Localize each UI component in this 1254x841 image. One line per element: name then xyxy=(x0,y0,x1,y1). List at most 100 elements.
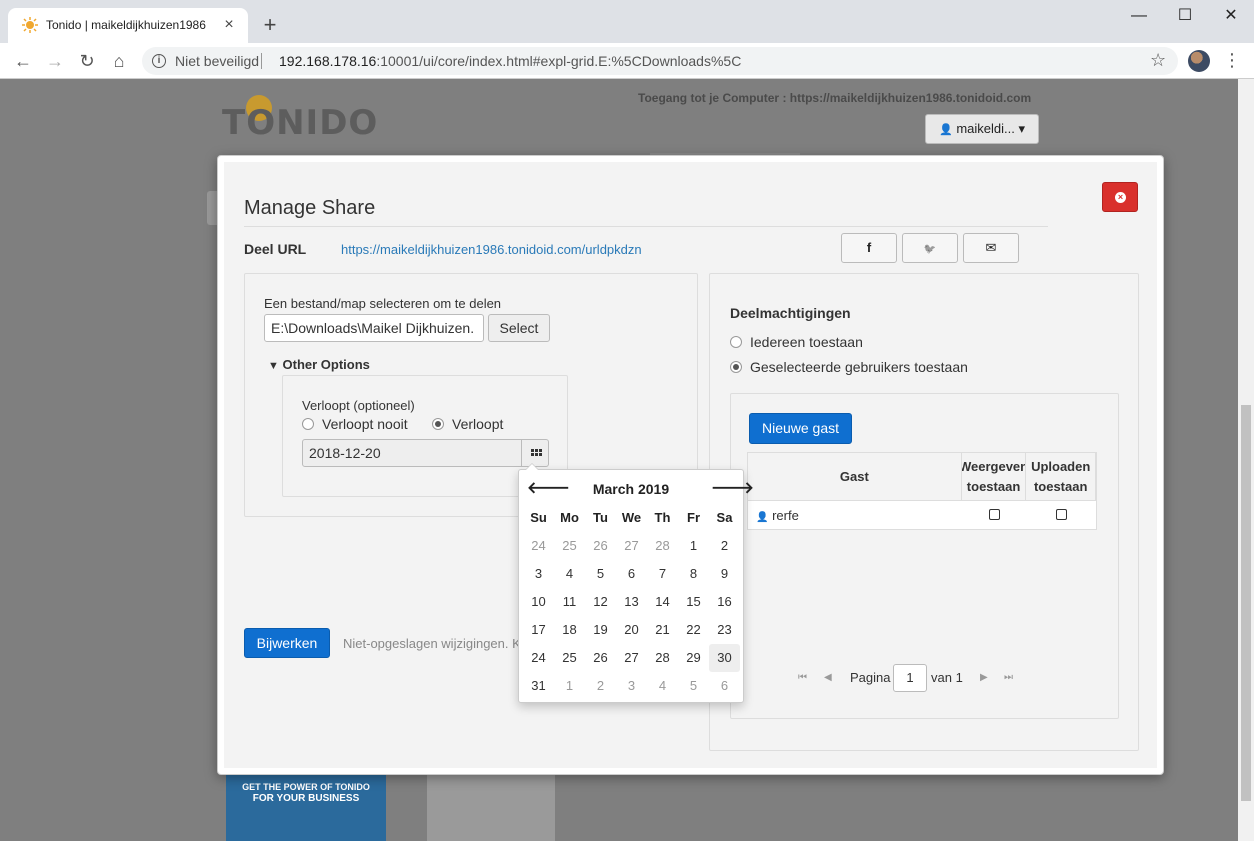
bookmark-star-icon[interactable]: ☆ xyxy=(1150,50,1166,71)
calendar-day[interactable]: 6 xyxy=(709,672,740,700)
column-header-view[interactable]: Weergeven toestaan xyxy=(962,453,1027,500)
guest-table: Gast Weergeven toestaan Uploaden toestaa… xyxy=(747,452,1097,530)
calendar-day[interactable]: 22 xyxy=(678,616,709,644)
select-button[interactable]: Select xyxy=(488,314,550,342)
calendar-day[interactable]: 25 xyxy=(554,532,585,560)
allow-everyone-label[interactable]: Iedereen toestaan xyxy=(750,334,863,350)
reload-icon[interactable]: ↻ xyxy=(73,47,101,75)
calendar-day[interactable]: 29 xyxy=(678,644,709,672)
calendar-day[interactable]: 26 xyxy=(585,644,616,672)
last-page-icon[interactable]: ⏭ xyxy=(1004,672,1013,683)
page-scrollbar[interactable] xyxy=(1238,79,1254,841)
calendar-day[interactable]: 26 xyxy=(585,532,616,560)
expires-option-label[interactable]: Verloopt xyxy=(452,416,503,432)
calendar-day[interactable]: 20 xyxy=(616,616,647,644)
url-text[interactable]: 192.168.178.16:10001/ui/core/index.html#… xyxy=(279,53,741,69)
page-label: Pagina xyxy=(850,670,891,685)
calendar-day[interactable]: 25 xyxy=(554,644,585,672)
calendar-day[interactable]: 9 xyxy=(709,560,740,588)
tab-close-icon[interactable]: × xyxy=(218,14,240,36)
minimize-icon[interactable]: — xyxy=(1116,0,1162,32)
calendar-day[interactable]: 5 xyxy=(585,560,616,588)
window-close-icon[interactable]: ✕ xyxy=(1208,0,1254,32)
other-options-toggle[interactable]: ▼ Other Options xyxy=(268,357,370,372)
update-button[interactable]: Bijwerken xyxy=(244,628,330,658)
prev-page-icon[interactable]: ◀ xyxy=(824,672,832,683)
maximize-icon[interactable]: ☐ xyxy=(1162,0,1208,32)
calendar-day[interactable]: 13 xyxy=(616,588,647,616)
view-permission-checkbox[interactable] xyxy=(988,508,1000,520)
calendar-day[interactable]: 3 xyxy=(616,672,647,700)
calendar-day[interactable]: 28 xyxy=(647,644,678,672)
calendar-day[interactable]: 6 xyxy=(616,560,647,588)
share-url-link[interactable]: https://maikeldijkhuizen1986.tonidoid.co… xyxy=(341,242,642,257)
allow-everyone-radio[interactable] xyxy=(730,336,742,348)
next-month-icon[interactable]: 🡒 xyxy=(711,478,754,500)
scroll-thumb[interactable] xyxy=(1241,405,1251,801)
expires-radio[interactable] xyxy=(432,418,444,430)
next-page-icon[interactable]: ▶ xyxy=(980,672,988,683)
facebook-share-button[interactable]: f xyxy=(841,233,897,263)
calendar-day[interactable]: 8 xyxy=(678,560,709,588)
never-expires-label[interactable]: Verloopt nooit xyxy=(322,416,408,432)
calendar-day[interactable]: 14 xyxy=(647,588,678,616)
calendar-day[interactable]: 10 xyxy=(523,588,554,616)
calendar-day[interactable]: 21 xyxy=(647,616,678,644)
calendar-day[interactable]: 1 xyxy=(554,672,585,700)
info-icon[interactable]: i xyxy=(152,54,166,68)
column-header-upload[interactable]: Uploaden toestaan xyxy=(1026,453,1096,500)
column-header-guest[interactable]: Gast xyxy=(748,453,962,500)
calendar-day[interactable]: 30 xyxy=(709,644,740,672)
calendar-day[interactable]: 2 xyxy=(585,672,616,700)
calendar-day[interactable]: 3 xyxy=(523,560,554,588)
address-bar[interactable]: i Niet beveiligd 192.168.178.16:10001/ui… xyxy=(142,47,1178,75)
new-guest-button[interactable]: Nieuwe gast xyxy=(749,413,852,444)
user-menu-button[interactable]: 👤 maikeldi... ▾ xyxy=(925,114,1039,144)
email-share-button[interactable]: ✉ xyxy=(963,233,1019,263)
page-number-input[interactable]: 1 xyxy=(893,664,927,692)
permissions-title: Deelmachtigingen xyxy=(730,305,851,321)
table-row[interactable]: 👤 rerfe xyxy=(748,501,1096,529)
calendar-day[interactable]: 17 xyxy=(523,616,554,644)
calendar-day[interactable]: 5 xyxy=(678,672,709,700)
prev-month-icon[interactable]: 🡐 xyxy=(527,478,570,500)
calendar-day[interactable]: 1 xyxy=(678,532,709,560)
calendar-day[interactable]: 16 xyxy=(709,588,740,616)
new-tab-icon[interactable]: + xyxy=(258,13,282,37)
twitter-share-button[interactable]: 🐦 xyxy=(902,233,958,263)
calendar-day[interactable]: 28 xyxy=(647,532,678,560)
calendar-day[interactable]: 2 xyxy=(709,532,740,560)
modal-close-button[interactable]: × xyxy=(1102,182,1138,212)
allow-selected-radio[interactable] xyxy=(730,361,742,373)
calendar-day[interactable]: 12 xyxy=(585,588,616,616)
calendar-day[interactable]: 24 xyxy=(523,644,554,672)
back-icon[interactable]: ← xyxy=(9,47,37,75)
browser-tab[interactable]: Tonido | maikeldijkhuizen1986 × xyxy=(8,8,248,43)
allow-selected-label[interactable]: Geselecteerde gebruikers toestaan xyxy=(750,359,968,375)
business-card-thumbnail[interactable] xyxy=(427,775,555,841)
home-icon[interactable]: ⌂ xyxy=(105,47,133,75)
forward-icon[interactable]: → xyxy=(41,47,69,75)
calendar-day[interactable]: 31 xyxy=(523,672,554,700)
first-page-icon[interactable]: ⏮ xyxy=(798,672,807,683)
path-input[interactable]: E:\Downloads\Maikel Dijkhuizen. xyxy=(264,314,484,342)
business-banner[interactable]: GET THE POWER OF TONIDO FOR YOUR BUSINES… xyxy=(226,775,386,841)
upload-permission-checkbox[interactable] xyxy=(1055,508,1067,520)
calendar-day[interactable]: 19 xyxy=(585,616,616,644)
calendar-day[interactable]: 7 xyxy=(647,560,678,588)
calendar-day[interactable]: 18 xyxy=(554,616,585,644)
security-label[interactable]: Niet beveiligd xyxy=(175,53,259,69)
expiry-date-input[interactable]: 2018-12-20 xyxy=(302,439,522,467)
calendar-day[interactable]: 23 xyxy=(709,616,740,644)
never-expires-radio[interactable] xyxy=(302,418,314,430)
browser-menu-icon[interactable]: ⋮ xyxy=(1222,47,1242,75)
profile-avatar[interactable] xyxy=(1188,50,1210,72)
calendar-day[interactable]: 4 xyxy=(554,560,585,588)
month-title[interactable]: March 2019 xyxy=(559,478,703,500)
calendar-day[interactable]: 15 xyxy=(678,588,709,616)
calendar-day[interactable]: 11 xyxy=(554,588,585,616)
calendar-day[interactable]: 27 xyxy=(616,532,647,560)
calendar-day[interactable]: 4 xyxy=(647,672,678,700)
calendar-day[interactable]: 27 xyxy=(616,644,647,672)
calendar-day[interactable]: 24 xyxy=(523,532,554,560)
